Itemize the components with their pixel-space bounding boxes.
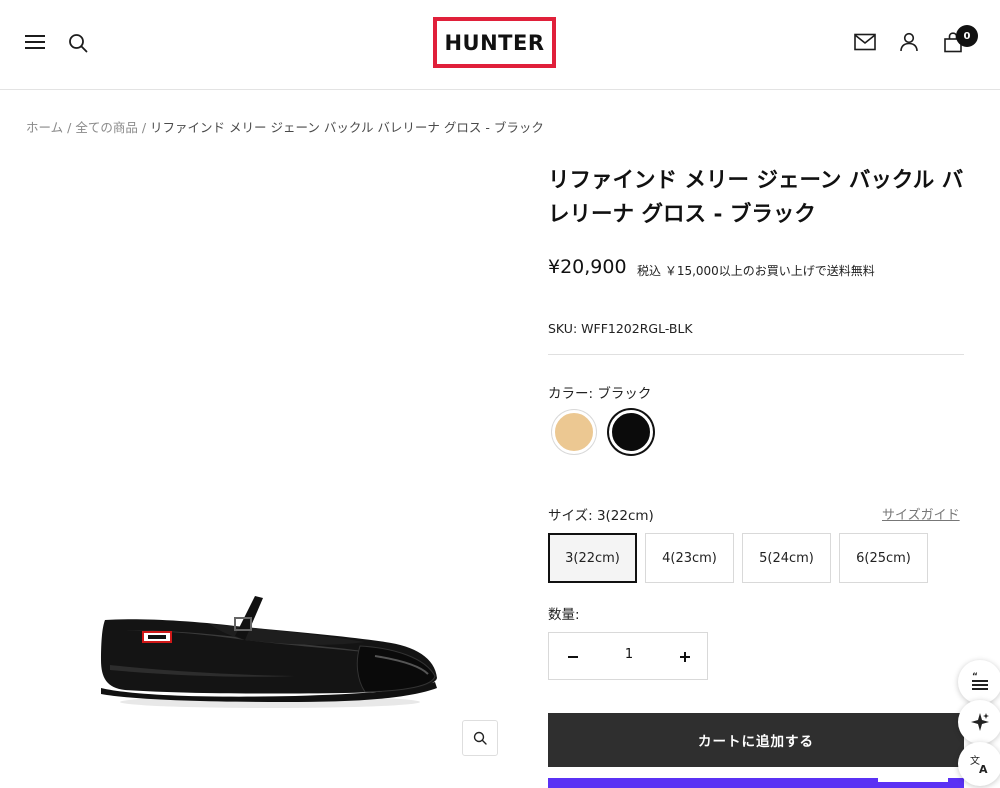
quantity-value[interactable]: 1	[609, 647, 649, 662]
breadcrumb-separator: /	[141, 120, 147, 135]
size-label: サイズ:	[548, 508, 593, 524]
product-price: ¥20,900	[548, 256, 627, 278]
color-swatch-black[interactable]	[609, 410, 653, 454]
cart-count-badge: 0	[956, 25, 978, 47]
product-image	[101, 596, 437, 708]
brand-logo-text: HUNTER	[444, 30, 545, 55]
divider	[548, 354, 964, 355]
ai-assistant-button[interactable]	[958, 700, 1000, 744]
breadcrumb-current: リファインド メリー ジェーン バックル バレリーナ グロス - ブラック	[150, 120, 544, 135]
svg-text:“: “	[972, 672, 978, 682]
sku-label: SKU:	[548, 321, 578, 336]
reviews-widget-button[interactable]: “	[958, 660, 1000, 704]
breadcrumb: ホーム / 全ての商品 / リファインド メリー ジェーン バックル バレリーナ…	[26, 117, 544, 136]
color-swatch-beige[interactable]	[552, 410, 596, 454]
product-title: リファインド メリー ジェーン バックル バレリーナ グロス - ブラック	[548, 168, 964, 227]
zoom-icon	[473, 731, 487, 745]
size-guide-link[interactable]: サイズガイド	[882, 504, 960, 523]
quantity-stepper: 1	[548, 632, 708, 680]
sku-row: SKU: WFF1202RGL-BLK	[548, 321, 693, 336]
size-option-5[interactable]: 5(24cm)	[742, 533, 831, 583]
size-option-6[interactable]: 6(25cm)	[839, 533, 928, 583]
sparkle-icon	[971, 713, 989, 731]
zoom-button[interactable]	[462, 720, 498, 756]
translate-icon: 文 A	[970, 754, 988, 775]
color-label-row: カラー: ブラック	[548, 382, 651, 402]
sku-value: WFF1202RGL-BLK	[581, 321, 693, 336]
minus-icon[interactable]	[563, 647, 583, 667]
size-value: 3(22cm)	[596, 508, 654, 524]
size-option-4[interactable]: 4(23cm)	[645, 533, 734, 583]
mail-icon[interactable]	[854, 33, 876, 51]
plus-icon[interactable]	[675, 647, 695, 667]
tax-shipping-note: 税込 ￥15,000以上のお買い上げで送料無料	[637, 264, 875, 278]
color-label: カラー:	[548, 386, 594, 402]
quantity-label: 数量:	[548, 607, 580, 623]
breadcrumb-separator: /	[67, 120, 72, 135]
brand-logo[interactable]: HUNTER	[433, 17, 556, 68]
add-to-cart-button[interactable]: カートに追加する	[548, 713, 964, 767]
size-label-row: サイズ: 3(22cm)	[548, 504, 654, 524]
breadcrumb-home[interactable]: ホーム	[26, 120, 63, 135]
size-option-3[interactable]: 3(22cm)	[548, 533, 637, 583]
translate-button[interactable]: 文 A	[958, 742, 1000, 786]
buy-now-button[interactable]	[548, 778, 964, 788]
color-value: ブラック	[597, 386, 652, 402]
quote-icon: “	[972, 672, 988, 690]
site-header: HUNTER 0	[0, 0, 1000, 90]
breadcrumb-all-products[interactable]: 全ての商品	[75, 120, 138, 135]
user-icon[interactable]	[899, 32, 919, 52]
search-icon[interactable]	[68, 33, 88, 53]
hamburger-icon[interactable]	[25, 33, 45, 51]
svg-text:A: A	[979, 763, 988, 775]
